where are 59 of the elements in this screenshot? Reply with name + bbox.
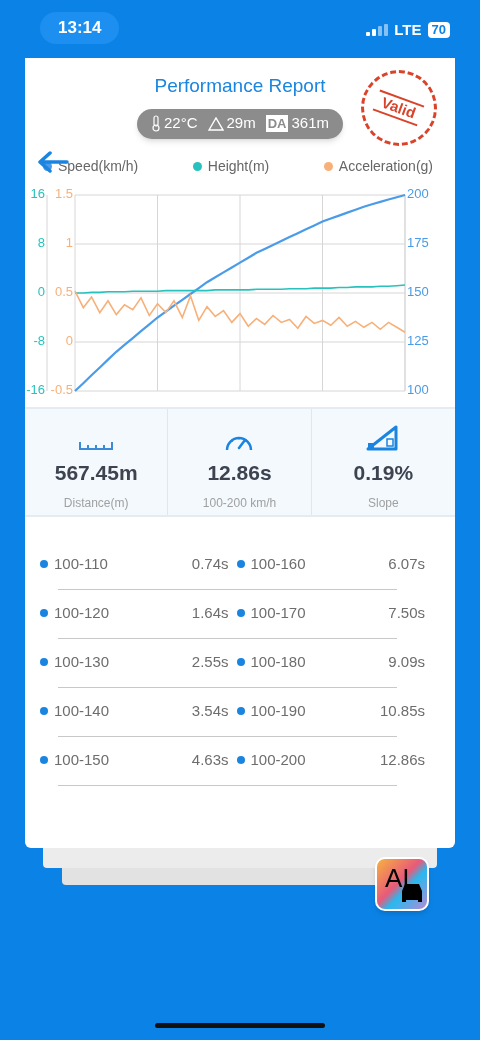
stat-value: 567.45m bbox=[54, 459, 138, 486]
status-time: 13:14 bbox=[40, 12, 120, 44]
split-time: 6.07s bbox=[388, 553, 425, 574]
axis-tick: 200 bbox=[407, 185, 429, 201]
condition-value: 361m bbox=[291, 113, 329, 134]
split-time: 7.50s bbox=[388, 602, 425, 623]
split-range: 100-120 bbox=[54, 602, 110, 623]
axis-tick: 0.5 bbox=[54, 283, 73, 299]
mountain-icon bbox=[207, 116, 224, 131]
thermometer-icon bbox=[151, 115, 161, 132]
split-range: 100-190 bbox=[250, 700, 306, 721]
split-range: 100-200 bbox=[250, 749, 306, 770]
split-time: 0.74s bbox=[191, 553, 229, 574]
signal-icon bbox=[366, 24, 389, 36]
split-time: 3.54s bbox=[191, 700, 229, 721]
split-range: 100-170 bbox=[250, 602, 306, 623]
axis-tick: 16 bbox=[30, 185, 45, 201]
da-badge: DA bbox=[265, 115, 289, 132]
stat-value: 0.19% bbox=[353, 459, 414, 486]
axis-tick: -8 bbox=[33, 332, 45, 348]
condition-value: 22°C bbox=[164, 113, 198, 134]
report-title: Performance Report bbox=[154, 74, 326, 98]
split-time: 9.09s bbox=[388, 651, 425, 672]
axis-tick: -0.5 bbox=[50, 381, 73, 397]
stat-value: 12.86s bbox=[207, 459, 272, 486]
network-label: LTE bbox=[394, 19, 422, 40]
ai-app-button[interactable]: AI bbox=[375, 857, 429, 911]
stat-label: Slope bbox=[367, 495, 399, 512]
stat-label: Distance(m) bbox=[63, 495, 129, 512]
axis-tick: -16 bbox=[26, 381, 45, 397]
split-time: 4.63s bbox=[191, 749, 229, 770]
split-range: 100-180 bbox=[250, 651, 306, 672]
axis-tick: 100 bbox=[407, 381, 429, 397]
axis-tick: 0 bbox=[37, 283, 45, 299]
split-time: 10.85s bbox=[379, 700, 425, 721]
legend-label: Acceleration(g) bbox=[338, 157, 433, 176]
split-time: 2.55s bbox=[191, 651, 229, 672]
split-range: 100-140 bbox=[54, 700, 110, 721]
axis-tick: 1 bbox=[65, 234, 73, 250]
slope-icon bbox=[366, 424, 401, 451]
axis-tick: 175 bbox=[407, 234, 429, 250]
split-range: 100-150 bbox=[54, 749, 110, 770]
split-range: 100-130 bbox=[54, 651, 110, 672]
ruler-icon bbox=[78, 440, 115, 451]
legend-label: Height(m) bbox=[207, 157, 270, 176]
axis-tick: 8 bbox=[37, 234, 45, 250]
split-range: 100-160 bbox=[250, 553, 306, 574]
axis-tick: 1.5 bbox=[54, 185, 73, 201]
axis-tick: 0 bbox=[65, 332, 73, 348]
stat-label: 100-200 km/h bbox=[202, 495, 277, 512]
axis-tick: 125 bbox=[407, 332, 429, 348]
legend-label: Speed(km/h) bbox=[58, 157, 139, 176]
split-time: 12.86s bbox=[379, 749, 425, 770]
battery-indicator: 70 bbox=[427, 22, 450, 38]
valid-stamp: Valid bbox=[361, 70, 437, 146]
axis-tick: 150 bbox=[407, 283, 429, 299]
condition-value: 29m bbox=[226, 113, 256, 134]
split-time: 1.64s bbox=[191, 602, 229, 623]
split-range: 100-110 bbox=[54, 553, 108, 574]
